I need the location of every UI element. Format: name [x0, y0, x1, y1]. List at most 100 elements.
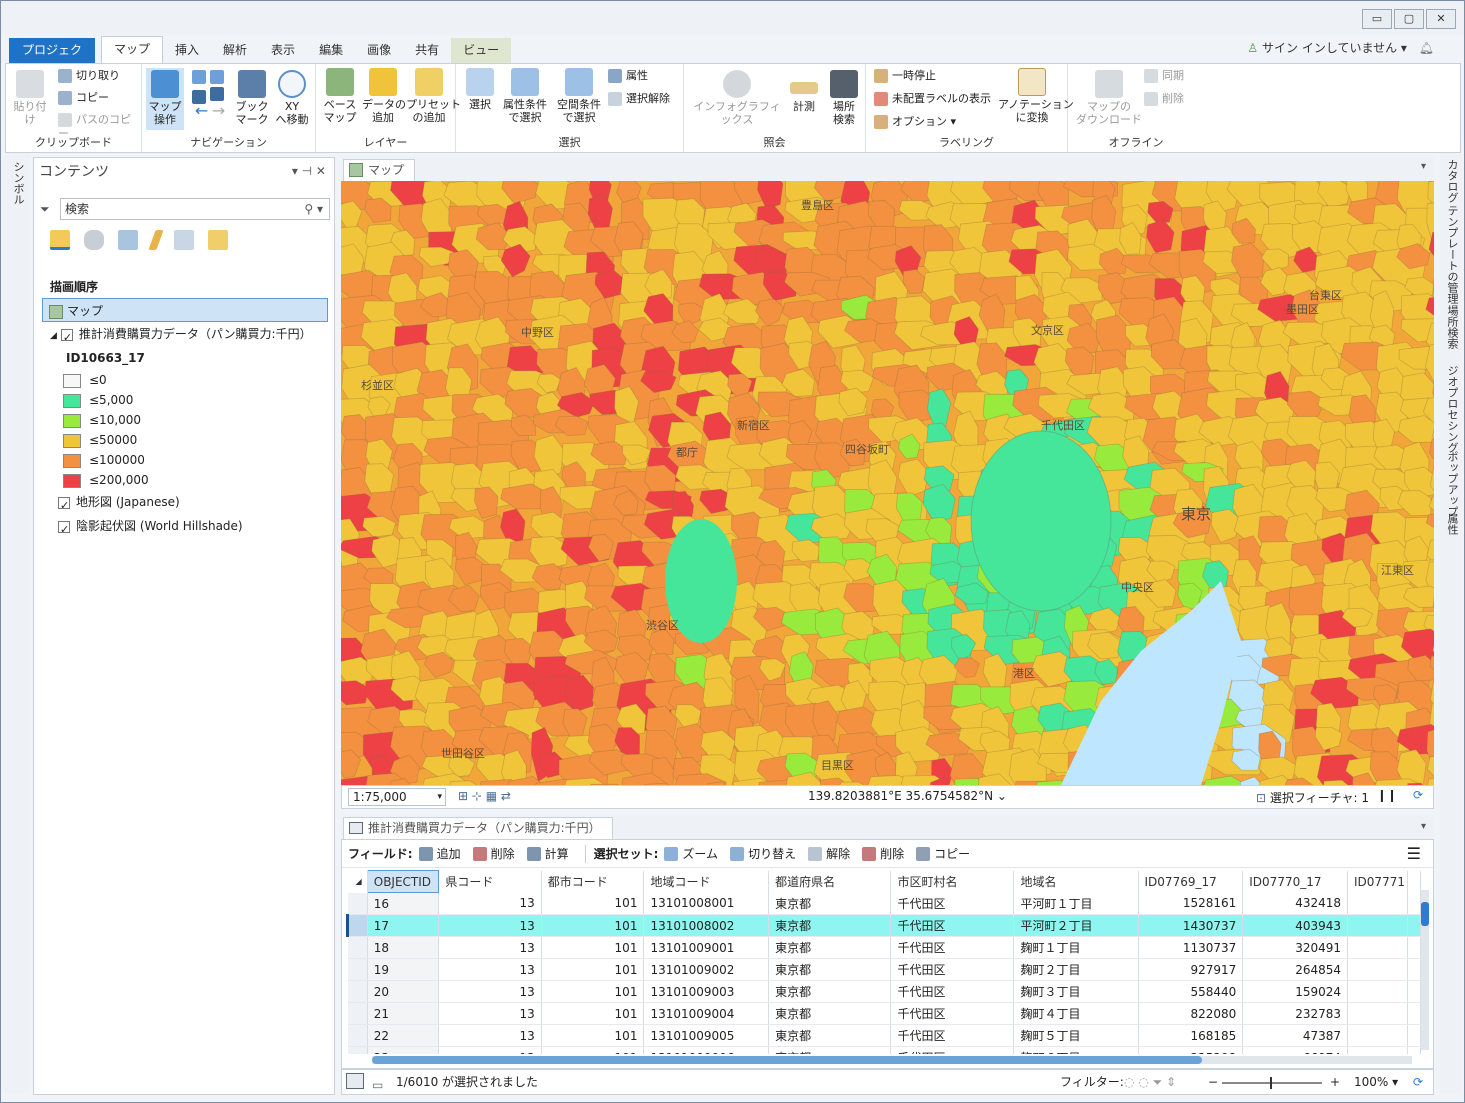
table-cell[interactable]: 東京都	[768, 892, 892, 915]
attributes-button[interactable]: 属性	[608, 69, 648, 83]
table-cell[interactable]: 千代田区	[890, 1046, 1015, 1054]
map-view[interactable]: 豊島区 中野区 杉並区 新宿区 文京区 台東区 墨田区 千代田区 渋谷区 港区 中央区 江東区 目黒区 世…	[341, 181, 1434, 785]
table-cell[interactable]: 101	[541, 914, 645, 937]
notification-icon[interactable]: 🔔︎	[1419, 41, 1434, 55]
table-cell[interactable]: 千代田区	[890, 936, 1015, 959]
row-header[interactable]	[347, 958, 368, 981]
table-cell[interactable]: 東京都	[768, 1046, 892, 1054]
label-options-button[interactable]: オプション ▾	[874, 115, 956, 129]
region-polygon[interactable]	[1397, 415, 1434, 443]
zoom-out-button[interactable]: −	[1208, 1070, 1218, 1094]
table-cell[interactable]: 麹町６丁目	[1013, 1046, 1139, 1054]
hillshade-visibility-checkbox[interactable]	[58, 518, 70, 542]
popup-dock-tab[interactable]: ポップアップ	[1444, 451, 1460, 517]
table-row[interactable]: 231310113101009006東京都千代田区麹町６丁目2252986697…	[347, 1046, 1421, 1054]
row-header[interactable]	[346, 914, 368, 937]
table-cell[interactable]: 13101009003	[643, 980, 770, 1003]
tab-share[interactable]: 共有	[403, 38, 451, 63]
table-cell[interactable]: 東京都	[768, 980, 892, 1003]
unplaced-labels-button[interactable]: 未配置ラベルの表示	[874, 92, 991, 106]
table-cell[interactable]: 千代田区	[890, 958, 1015, 981]
chevron-down-icon[interactable]: ⌄	[997, 789, 1007, 803]
table-cell[interactable]	[1347, 892, 1408, 915]
column-header[interactable]: 都市コード	[541, 870, 645, 893]
copy-rows-button[interactable]: コピー	[916, 840, 970, 868]
table-cell[interactable]: 東京都	[768, 1024, 892, 1047]
switch-selection-button[interactable]: 切り替え	[730, 840, 796, 868]
table-cell[interactable]: 1528161	[1138, 892, 1244, 915]
table-cell[interactable]: 66974	[1242, 1046, 1349, 1054]
add-preset-button[interactable]: プリセット の追加	[406, 68, 461, 124]
imperial-palace-area[interactable]	[970, 430, 1112, 612]
column-header[interactable]: 都道府県名	[768, 870, 892, 893]
table-row[interactable]: 21 13 101 13101009004 東京都 千代田区 麹町４丁目 822080 2327…	[347, 1002, 1421, 1025]
table-cell[interactable]: 13	[438, 892, 542, 915]
measure-button[interactable]: 計測	[786, 70, 822, 113]
tab-imagery[interactable]: 画像	[355, 38, 403, 63]
show-all-records-icon[interactable]	[346, 1073, 364, 1089]
refresh-icon[interactable]: ⟳	[1413, 788, 1423, 802]
table-zoom-level[interactable]: 100% ▾	[1354, 1070, 1398, 1094]
table-cell[interactable]: 101	[541, 958, 645, 981]
region-polygon[interactable]	[757, 181, 784, 210]
maximize-button[interactable]: ▢	[1394, 9, 1424, 29]
table-cell[interactable]: 320491	[1242, 936, 1349, 959]
data-source-icon[interactable]	[84, 230, 104, 250]
coordinate-readout[interactable]: 139.8203881°E 35.6754582°N ⌄	[808, 789, 1007, 803]
table-cell[interactable]: 20	[367, 980, 440, 1003]
tab-analysis[interactable]: 解析	[211, 38, 259, 63]
back-icon[interactable]: ←	[195, 101, 208, 120]
tab-edit[interactable]: 編集	[307, 38, 355, 63]
table-cell[interactable]: 168185	[1138, 1024, 1244, 1047]
table-cell[interactable]: 東京都	[768, 914, 892, 937]
download-map-button[interactable]: マップの ダウンロード	[1074, 70, 1144, 126]
minimize-button[interactable]: ▭	[1362, 9, 1392, 29]
zoom-in-button[interactable]: +	[1330, 1070, 1340, 1094]
region-polygon[interactable]	[755, 298, 784, 327]
catalog-dock-tab[interactable]: カタログ	[1444, 159, 1460, 203]
editing-list-icon[interactable]	[148, 230, 164, 250]
horizontal-scrollbar[interactable]	[372, 1056, 1412, 1064]
map-node[interactable]: マップ	[42, 298, 328, 322]
table-cell[interactable]	[1347, 914, 1408, 937]
table-cell[interactable]: 822080	[1138, 1002, 1244, 1025]
legend-item[interactable]: ≤200,000	[44, 470, 334, 490]
zoom-slider[interactable]	[1222, 1077, 1322, 1089]
table-cell[interactable]	[1347, 980, 1408, 1003]
table-cell[interactable]: 千代田区	[890, 892, 1015, 915]
table-cell[interactable]	[1347, 1002, 1408, 1025]
table-cell[interactable]	[1347, 1024, 1408, 1047]
delete-rows-button[interactable]: 削除	[862, 840, 904, 868]
table-cell[interactable]: 13101009002	[643, 958, 770, 981]
table-cell[interactable]: 千代田区	[890, 1002, 1015, 1025]
table-cell[interactable]	[1347, 958, 1408, 981]
geoprocessing-dock-tab[interactable]: ジオプロセシング	[1444, 365, 1460, 453]
table-cell[interactable]: 101	[541, 936, 645, 959]
map-view-tab[interactable]: マップ✕	[343, 159, 415, 197]
layer-node[interactable]: ◢推計消費購買力データ（パン購買力:千円）	[44, 322, 334, 350]
sync-button[interactable]: 同期	[1144, 69, 1184, 83]
refresh-table-icon[interactable]: ⟳	[1413, 1070, 1423, 1094]
table-cell[interactable]: 1430737	[1138, 914, 1244, 937]
region-polygon[interactable]	[1260, 248, 1289, 272]
table-cell[interactable]: 927917	[1138, 958, 1244, 981]
table-cell[interactable]: 101	[541, 892, 645, 915]
table-cell[interactable]: 101	[541, 1024, 645, 1047]
column-header[interactable]: OBJECTID	[366, 870, 440, 893]
labeling-list-icon[interactable]	[208, 230, 228, 250]
cut-button[interactable]: 切り取り	[58, 69, 120, 83]
clear-selection-table-button[interactable]: 解除	[808, 840, 850, 868]
layer-visibility-checkbox[interactable]	[60, 326, 73, 350]
symbology-dock-tab[interactable]: シンボル	[10, 161, 26, 205]
selected-features-count[interactable]: ⊡ 選択フィーチャ: 1	[1256, 789, 1369, 806]
basemap-topo-node[interactable]: 地形図 (Japanese)	[44, 490, 334, 518]
infographics-button[interactable]: インフォグラフィックス	[690, 70, 784, 126]
bookmark-button[interactable]: ブック マーク	[232, 70, 272, 126]
row-header[interactable]	[347, 892, 368, 915]
row-header[interactable]	[347, 1002, 368, 1025]
region-polygon[interactable]	[1426, 777, 1434, 785]
legend-item[interactable]: ≤50000	[44, 430, 334, 450]
contents-search-input[interactable]: 検索 ⚲ ▾	[60, 198, 330, 220]
column-header[interactable]: 市区町村名	[890, 870, 1015, 893]
table-cell[interactable]: 225298	[1138, 1046, 1244, 1054]
